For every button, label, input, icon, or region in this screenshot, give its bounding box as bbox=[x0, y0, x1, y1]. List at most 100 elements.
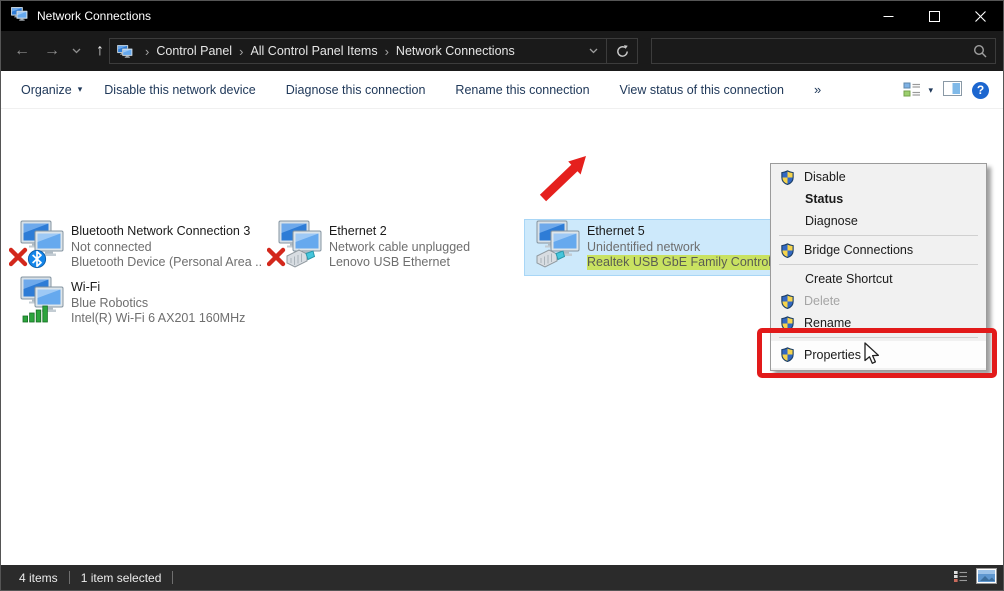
organize-label: Organize bbox=[21, 83, 72, 97]
breadcrumb-all-control-panel-items[interactable]: All Control Panel Items bbox=[250, 44, 377, 58]
breadcrumb-separator: › bbox=[232, 44, 250, 59]
close-button[interactable] bbox=[957, 1, 1003, 31]
rename-connection-button[interactable]: Rename this connection bbox=[455, 83, 589, 97]
connection-name: Wi-Fi bbox=[71, 280, 245, 296]
more-commands-button[interactable]: » bbox=[814, 82, 821, 97]
menu-item-label: Rename bbox=[804, 316, 851, 330]
close-icon bbox=[975, 11, 986, 22]
diagnose-connection-button[interactable]: Diagnose this connection bbox=[286, 83, 426, 97]
large-icons-view-button[interactable] bbox=[976, 568, 997, 587]
connection-item-ethernet2[interactable]: Ethernet 2 Network cable unplugged Lenov… bbox=[267, 220, 519, 276]
view-status-button[interactable]: View status of this connection bbox=[620, 83, 784, 97]
menu-item-diagnose[interactable]: Diagnose bbox=[771, 210, 986, 232]
selected-count: 1 item selected bbox=[81, 571, 162, 585]
connection-name: Bluetooth Network Connection 3 bbox=[71, 224, 261, 240]
window-title: Network Connections bbox=[37, 9, 151, 23]
connection-text: Wi-Fi Blue Robotics Intel(R) Wi-Fi 6 AX2… bbox=[71, 276, 245, 332]
forward-icon: → bbox=[44, 42, 60, 60]
connection-text: Ethernet 2 Network cable unplugged Lenov… bbox=[329, 220, 470, 276]
context-menu: Disable Status Diagnose Bridge Connectio… bbox=[770, 163, 987, 371]
window-controls bbox=[865, 1, 1003, 31]
refresh-button[interactable] bbox=[607, 44, 637, 59]
menu-item-label: Properties bbox=[804, 348, 861, 362]
preview-pane-button[interactable] bbox=[943, 81, 962, 99]
menu-item-label: Diagnose bbox=[805, 214, 858, 228]
connection-item-wifi[interactable]: Wi-Fi Blue Robotics Intel(R) Wi-Fi 6 AX2… bbox=[9, 276, 261, 332]
breadcrumb-control-panel[interactable]: Control Panel bbox=[156, 44, 232, 58]
breadcrumb-separator: › bbox=[378, 44, 396, 59]
connection-status: Network cable unplugged bbox=[329, 240, 470, 256]
ethernet-adapter-icon bbox=[267, 220, 329, 276]
refresh-icon bbox=[615, 44, 630, 59]
menu-item-bridge-connections[interactable]: Bridge Connections bbox=[771, 239, 986, 261]
connection-device: Bluetooth Device (Personal Area ... bbox=[71, 255, 261, 271]
back-button[interactable]: ← bbox=[9, 31, 35, 71]
status-divider bbox=[172, 571, 173, 584]
connection-device: Lenovo USB Ethernet bbox=[329, 255, 470, 271]
organize-button[interactable]: Organize ▾ bbox=[21, 83, 82, 97]
address-dropdown-button[interactable] bbox=[580, 48, 606, 54]
views-icon bbox=[903, 82, 922, 98]
breadcrumb-network-connections[interactable]: Network Connections bbox=[396, 44, 515, 58]
change-view-button[interactable]: ▾ bbox=[903, 82, 933, 98]
connection-item-bluetooth[interactable]: Bluetooth Network Connection 3 Not conne… bbox=[9, 220, 261, 276]
breadcrumb-separator: › bbox=[138, 44, 156, 59]
menu-item-create-shortcut[interactable]: Create Shortcut bbox=[771, 268, 986, 290]
menu-item-label: Bridge Connections bbox=[804, 243, 913, 257]
status-bar-view-buttons bbox=[953, 565, 997, 590]
uac-shield-icon bbox=[780, 347, 795, 362]
menu-item-properties[interactable]: Properties bbox=[771, 341, 986, 368]
connection-device: Intel(R) Wi-Fi 6 AX201 160MHz bbox=[71, 311, 245, 327]
menu-item-label: Status bbox=[805, 192, 843, 206]
uac-shield-icon bbox=[780, 294, 795, 309]
chevron-down-icon bbox=[589, 48, 598, 54]
minimize-button[interactable] bbox=[865, 1, 911, 31]
preview-pane-icon bbox=[943, 81, 962, 96]
details-view-icon bbox=[953, 570, 968, 583]
maximize-button[interactable] bbox=[911, 1, 957, 31]
menu-separator bbox=[779, 235, 978, 236]
connection-item-ethernet5-selected[interactable]: Ethernet 5 Unidentified network Realtek … bbox=[524, 219, 774, 276]
command-bar-right: ▾ ? bbox=[903, 71, 989, 109]
bluetooth-adapter-icon bbox=[9, 220, 71, 276]
rj45-icon bbox=[287, 250, 315, 267]
address-row: ← → ↑ › Control Panel › All Control Pane… bbox=[1, 31, 1003, 71]
connection-status: Not connected bbox=[71, 240, 261, 256]
connection-text: Ethernet 5 Unidentified network Realtek … bbox=[587, 220, 773, 275]
wifi-adapter-icon bbox=[9, 276, 71, 332]
menu-separator bbox=[779, 264, 978, 265]
menu-item-status[interactable]: Status bbox=[771, 188, 986, 210]
app-icon bbox=[11, 7, 29, 26]
forward-button[interactable]: → bbox=[39, 31, 65, 71]
maximize-icon bbox=[929, 11, 940, 22]
menu-item-label: Create Shortcut bbox=[805, 272, 893, 286]
rj45-icon bbox=[537, 250, 565, 267]
menu-item-disable[interactable]: Disable bbox=[771, 166, 986, 188]
connection-text: Bluetooth Network Connection 3 Not conne… bbox=[71, 220, 261, 276]
menu-item-label: Delete bbox=[804, 294, 840, 308]
recent-locations-button[interactable] bbox=[67, 31, 85, 71]
minimize-icon bbox=[883, 11, 894, 22]
search-input[interactable] bbox=[652, 44, 973, 58]
status-bar: 4 items 1 item selected bbox=[1, 565, 1003, 590]
up-icon: ↑ bbox=[96, 42, 104, 60]
menu-item-delete: Delete bbox=[771, 290, 986, 312]
help-button[interactable]: ? bbox=[972, 82, 989, 99]
command-bar: Organize ▾ Disable this network device D… bbox=[1, 71, 1003, 109]
search-box[interactable] bbox=[651, 38, 996, 64]
chevron-down-icon bbox=[72, 48, 81, 54]
details-view-button[interactable] bbox=[953, 570, 968, 586]
connection-status: Unidentified network bbox=[587, 240, 773, 256]
disable-device-button[interactable]: Disable this network device bbox=[104, 83, 255, 97]
menu-item-rename[interactable]: Rename bbox=[771, 312, 986, 334]
back-icon: ← bbox=[14, 42, 30, 60]
uac-shield-icon bbox=[780, 170, 795, 185]
connection-name: Ethernet 2 bbox=[329, 224, 470, 240]
command-bar-left: Organize ▾ Disable this network device D… bbox=[1, 82, 821, 97]
connection-name: Ethernet 5 bbox=[587, 224, 773, 240]
location-icon bbox=[117, 45, 134, 58]
address-bar[interactable]: › Control Panel › All Control Panel Item… bbox=[109, 38, 638, 64]
ethernet-adapter-icon bbox=[525, 220, 587, 275]
titlebar: Network Connections bbox=[1, 1, 1003, 31]
chevron-down-icon: ▾ bbox=[928, 85, 933, 96]
